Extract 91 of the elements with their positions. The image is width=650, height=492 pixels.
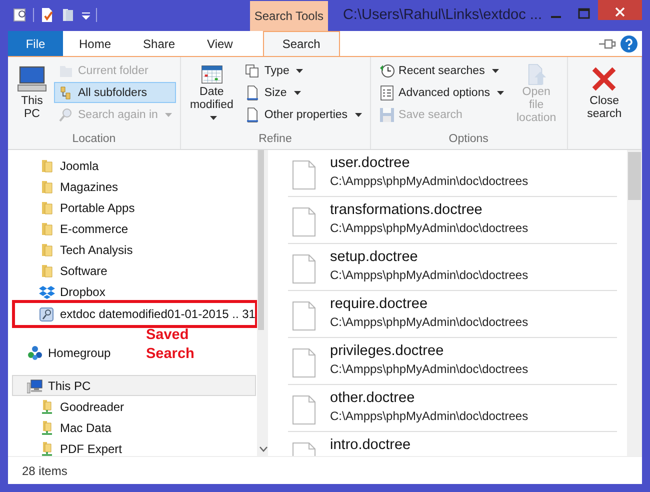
document-icon bbox=[244, 84, 260, 100]
window-title: C:\Users\Rahul\Links\extdoc ... bbox=[342, 6, 542, 23]
saved-search-icon bbox=[39, 306, 55, 322]
nav-item[interactable]: Tech Analysis bbox=[8, 239, 256, 260]
file-name[interactable]: user.doctree bbox=[330, 155, 528, 171]
scroll-thumb[interactable] bbox=[628, 152, 641, 200]
file-name[interactable]: require.doctree bbox=[330, 296, 528, 312]
folder-icon bbox=[39, 158, 55, 174]
network-folder-icon bbox=[39, 440, 55, 456]
ribbon-button[interactable]: Type bbox=[240, 60, 366, 81]
ribbon-button[interactable]: Size bbox=[240, 82, 366, 103]
caret-icon bbox=[496, 90, 504, 94]
scrollbar[interactable] bbox=[627, 150, 642, 456]
ribbon-button[interactable]: Advanced options bbox=[374, 82, 508, 103]
file-path: C:\Ampps\phpMyAdmin\doc\doctrees bbox=[330, 268, 528, 282]
dropbox-icon bbox=[39, 284, 55, 300]
homegroup-icon bbox=[27, 344, 43, 360]
group-label: Location bbox=[71, 133, 117, 147]
file-path: C:\Ampps\phpMyAdmin\doc\doctrees bbox=[330, 409, 528, 423]
file-name[interactable]: privileges.doctree bbox=[330, 343, 528, 359]
nav-item[interactable]: Homegroup bbox=[8, 342, 116, 363]
caret-icon bbox=[164, 112, 172, 116]
ribbon-button[interactable]: Close search bbox=[572, 60, 637, 128]
file-icon bbox=[292, 348, 316, 378]
file-name[interactable]: intro.doctree bbox=[330, 437, 411, 453]
network-folder-icon bbox=[39, 420, 55, 436]
nav-item[interactable]: PDF Expert bbox=[8, 438, 256, 459]
caret-icon bbox=[210, 116, 217, 120]
ribbon-button[interactable]: Date modified bbox=[184, 60, 238, 128]
close-icon bbox=[615, 7, 625, 17]
file-name[interactable]: transformations.doctree bbox=[330, 202, 528, 218]
file-tab[interactable]: File bbox=[8, 31, 63, 56]
network-folder-icon bbox=[39, 398, 55, 414]
help-icon[interactable] bbox=[620, 34, 638, 52]
nav-item[interactable]: extdoc datemodified01-01-2015 .. 31 bbox=[12, 300, 258, 328]
file-path: C:\Ampps\phpMyAdmin\doc\doctrees bbox=[330, 362, 528, 376]
file-name[interactable]: other.doctree bbox=[330, 390, 528, 406]
nav-item[interactable]: Magazines bbox=[8, 176, 256, 197]
ribbon-button[interactable]: All subfolders bbox=[54, 82, 176, 103]
nav-item[interactable]: Joomla bbox=[8, 155, 256, 176]
type-icon bbox=[244, 62, 260, 78]
ribbon-tab[interactable]: Share bbox=[127, 31, 192, 56]
file-icon bbox=[292, 301, 316, 331]
contextual-tab-header: Search Tools bbox=[250, 1, 328, 31]
annotation-text: Saved Search bbox=[146, 326, 196, 364]
ribbon-button[interactable]: This PC bbox=[12, 60, 52, 128]
folder-icon bbox=[39, 200, 55, 216]
pin-icon[interactable] bbox=[598, 38, 616, 50]
new-document-icon[interactable] bbox=[39, 7, 55, 23]
file-icon bbox=[292, 395, 316, 425]
file-icon bbox=[292, 160, 316, 190]
folder-icon bbox=[39, 262, 55, 278]
clock-icon bbox=[378, 62, 395, 78]
group-label: Refine bbox=[258, 133, 293, 147]
ribbon-tab[interactable]: View bbox=[191, 31, 249, 56]
computer-icon bbox=[27, 378, 43, 394]
nav-item[interactable]: Mac Data bbox=[8, 417, 256, 438]
nav-item[interactable]: Dropbox bbox=[8, 281, 256, 302]
nav-item[interactable]: E-commerce bbox=[8, 218, 256, 239]
file-path: C:\Ampps\phpMyAdmin\doc\doctrees bbox=[330, 174, 528, 188]
list-icon bbox=[378, 84, 395, 100]
search-icon bbox=[58, 106, 74, 122]
folder-icon bbox=[39, 220, 55, 236]
scrollbar[interactable] bbox=[257, 150, 265, 456]
ribbon-button[interactable]: Other properties bbox=[240, 104, 366, 125]
scroll-thumb[interactable] bbox=[258, 150, 264, 330]
properties-icon[interactable] bbox=[12, 7, 28, 23]
caret-icon bbox=[492, 68, 499, 72]
file-path: C:\Ampps\phpMyAdmin\doc\doctrees bbox=[330, 315, 528, 329]
file-name[interactable]: setup.doctree bbox=[330, 249, 528, 265]
caret-icon bbox=[354, 112, 362, 116]
folder-icon bbox=[39, 178, 55, 194]
nav-item[interactable]: Software bbox=[8, 260, 256, 281]
new-folder-icon[interactable] bbox=[60, 7, 76, 23]
document-icon bbox=[244, 106, 260, 122]
file-icon bbox=[292, 207, 316, 237]
ribbon-tab[interactable]: Search bbox=[262, 31, 340, 56]
close-button[interactable] bbox=[598, 0, 642, 20]
caret-icon bbox=[296, 68, 304, 72]
scroll-down-icon[interactable] bbox=[259, 446, 268, 452]
nav-item[interactable]: Goodreader bbox=[8, 396, 256, 417]
file-path: C:\Ampps\phpMyAdmin\doc\doctrees bbox=[330, 221, 528, 235]
group-label: Options bbox=[448, 133, 490, 147]
nav-item[interactable]: This PC bbox=[12, 375, 256, 396]
ribbon-button[interactable]: Recent searches bbox=[374, 60, 508, 81]
file-icon bbox=[292, 254, 316, 284]
ribbon-tab[interactable]: Home bbox=[63, 31, 128, 56]
folder-icon bbox=[39, 242, 55, 258]
nav-item[interactable]: Portable Apps bbox=[8, 197, 256, 218]
item-count: 28 items bbox=[22, 464, 68, 478]
caret-icon bbox=[294, 90, 301, 94]
